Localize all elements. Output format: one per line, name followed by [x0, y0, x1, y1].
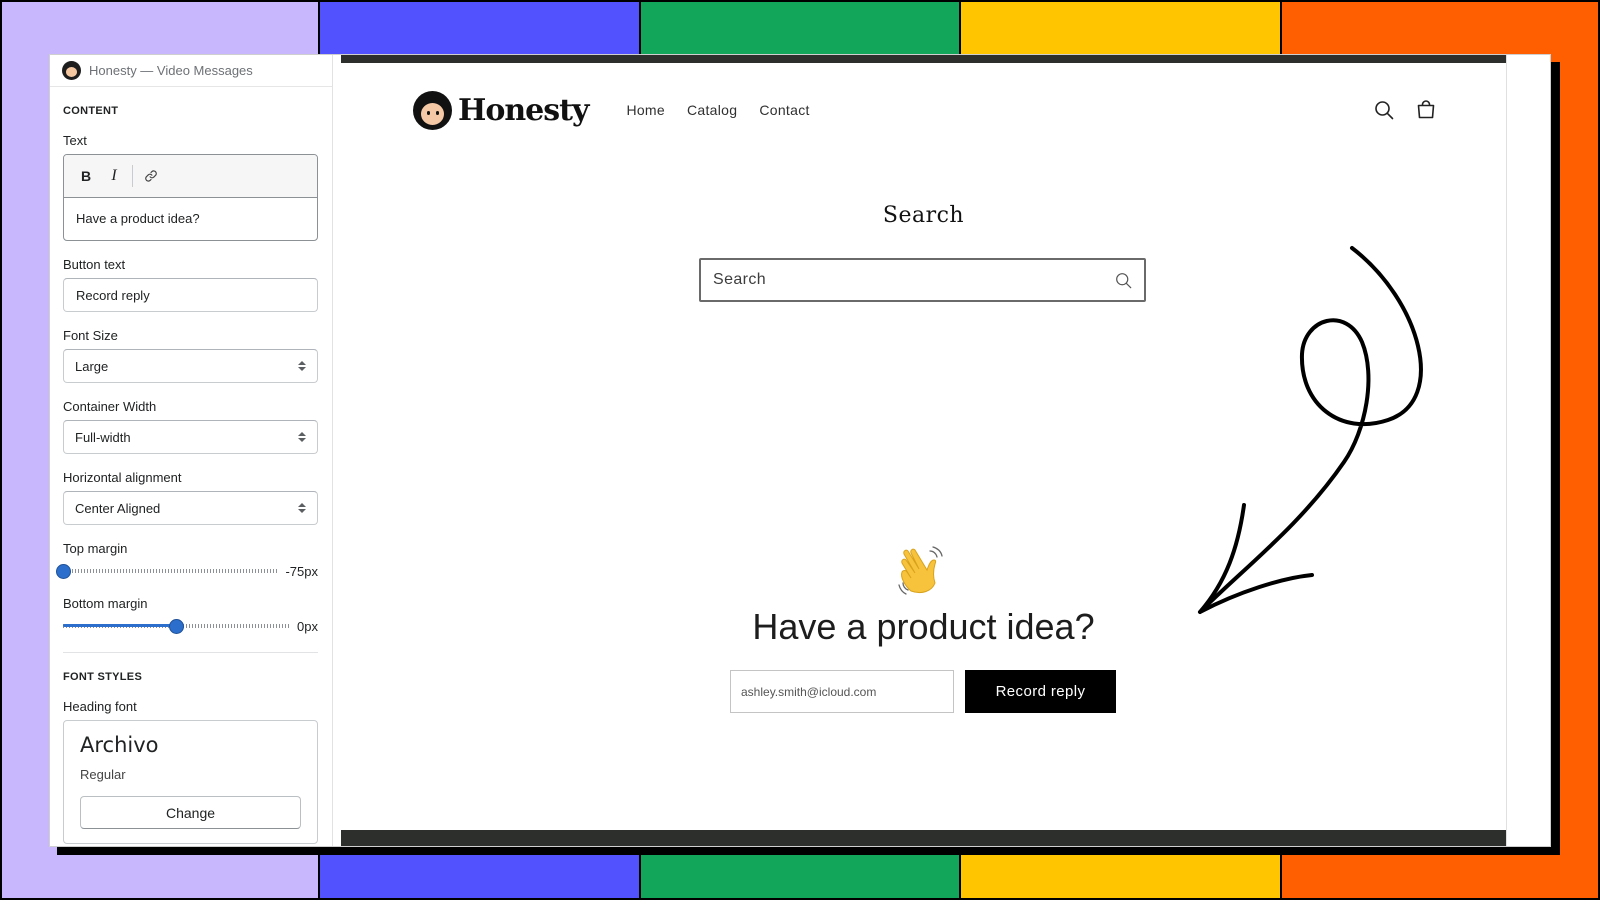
italic-button[interactable]: I [100, 162, 128, 190]
font-size-select[interactable]: Large [63, 349, 318, 383]
email-input[interactable]: ashley.smith@icloud.com [730, 670, 954, 713]
header-actions [1374, 100, 1436, 120]
settings-sidebar: Honesty — Video Messages CONTENT Text B … [50, 55, 333, 846]
horizontal-alignment-label: Horizontal alignment [63, 470, 182, 485]
top-margin-value: -75px [285, 563, 318, 579]
container-width-value: Full-width [75, 429, 131, 445]
top-margin-label: Top margin [63, 541, 128, 556]
button-text-input[interactable]: Record reply [63, 278, 318, 312]
search-input[interactable]: Search [699, 258, 1146, 302]
bottom-margin-label: Bottom margin [63, 596, 148, 611]
sidebar-header: Honesty — Video Messages [50, 55, 332, 87]
section-divider [63, 652, 318, 653]
preview-canvas: Honesty Home Catalog Contact Search Sear… [341, 55, 1507, 846]
link-icon [145, 170, 157, 182]
bottom-margin-thumb[interactable] [169, 619, 185, 634]
text-label: Text [63, 133, 87, 148]
store-preview: Honesty Home Catalog Contact Search Sear… [333, 55, 1550, 846]
rich-text-toolbar: B I [64, 155, 317, 198]
heading-font-name: Archivo [80, 733, 159, 757]
text-editor-content[interactable]: Have a product idea? [64, 198, 317, 240]
container-width-select[interactable]: Full-width [63, 420, 318, 454]
font-size-value: Large [75, 358, 109, 374]
heading-font-card: Archivo Regular Change [63, 720, 318, 844]
bottom-margin-fill [63, 624, 177, 627]
select-arrows-icon [298, 432, 306, 442]
store-header: Honesty Home Catalog Contact [413, 88, 1436, 132]
heading-font-style: Regular [80, 767, 126, 782]
search-icon[interactable] [1115, 272, 1132, 289]
nav-home[interactable]: Home [626, 102, 665, 118]
button-text-label: Button text [63, 257, 126, 272]
container-width-label: Container Width [63, 399, 157, 414]
font-size-label: Font Size [63, 328, 118, 343]
horizontal-alignment-select[interactable]: Center Aligned [63, 491, 318, 525]
bottom-margin-value: 0px [297, 618, 318, 634]
app-window: Honesty — Video Messages CONTENT Text B … [49, 54, 1551, 847]
nav-contact[interactable]: Contact [759, 102, 809, 118]
link-button[interactable] [137, 162, 165, 190]
top-margin-thumb[interactable] [56, 564, 71, 579]
preview-bottom-bar [341, 830, 1506, 846]
search-icon[interactable] [1374, 100, 1394, 120]
rich-text-editor[interactable]: B I Have a product idea? [63, 154, 318, 241]
bold-button[interactable]: B [72, 162, 100, 190]
content-section-title: CONTENT [63, 105, 119, 117]
app-logo-icon [62, 61, 81, 80]
brand-logo[interactable]: Honesty [413, 90, 589, 130]
bottom-margin-slider[interactable] [63, 619, 290, 634]
cart-icon[interactable] [1416, 100, 1436, 120]
font-styles-section-title: FONT STYLES [63, 671, 143, 683]
cta-headline: Have a product idea? [752, 606, 1095, 647]
search-placeholder: Search [713, 271, 767, 288]
record-reply-button[interactable]: Record reply [965, 670, 1116, 713]
heading-font-label: Heading font [63, 699, 137, 714]
change-font-button[interactable]: Change [80, 796, 301, 829]
select-arrows-icon [298, 361, 306, 371]
bottom-margin-slider-row: 0px [63, 617, 318, 635]
horizontal-alignment-value: Center Aligned [75, 500, 161, 516]
nav-catalog[interactable]: Catalog [687, 102, 737, 118]
brand-mascot-icon [413, 90, 452, 130]
toolbar-divider [132, 165, 133, 187]
select-arrows-icon [298, 503, 306, 513]
search-page-title: Search [882, 203, 965, 228]
brand-name: Honesty [458, 92, 589, 128]
main-nav: Home Catalog Contact [626, 102, 809, 118]
top-margin-slider-row: -75px [56, 562, 318, 580]
app-title: Honesty — Video Messages [89, 63, 253, 78]
preview-top-bar [341, 55, 1506, 63]
top-margin-slider[interactable] [56, 564, 278, 579]
waving-hand-icon [898, 546, 943, 595]
